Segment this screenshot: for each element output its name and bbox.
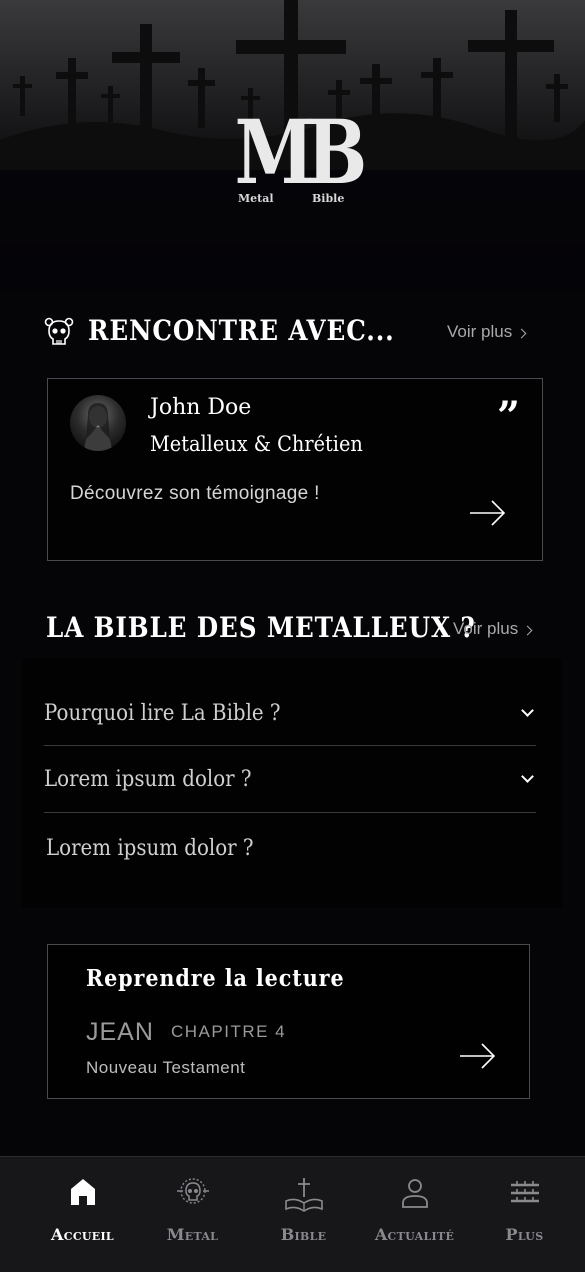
tab-label: Plus: [505, 1225, 544, 1244]
tab-label: Metal: [166, 1225, 219, 1244]
chevron-down-icon: [521, 769, 534, 783]
chevron-right-icon: [522, 625, 533, 635]
skull-icon: [176, 1178, 209, 1204]
faq-question: Lorem ipsum dolor ?: [44, 766, 252, 792]
user-icon: [401, 1179, 428, 1208]
see-more-label: Voir plus: [447, 322, 513, 341]
bible-section-title: La Bible des Metalleux ?: [46, 611, 476, 644]
grid-icon: [510, 1181, 539, 1205]
tab-label: Bible: [280, 1225, 327, 1244]
tab-bible[interactable]: Bible: [245, 1157, 362, 1272]
meet-card[interactable]: John Doe Metalleux & Chrétien ” Découvre…: [47, 378, 543, 561]
home-icon: [70, 1179, 95, 1205]
tab-accueil[interactable]: Accueil: [24, 1157, 141, 1272]
tab-actualite[interactable]: Actualité: [356, 1157, 473, 1272]
meet-see-more-link[interactable]: Voir plus: [447, 322, 527, 342]
bottom-tab-bar: Accueil Metal Bible Actualité Plus: [0, 1156, 585, 1272]
faq-item[interactable]: Pourquoi lire La Bible ?: [44, 682, 536, 746]
hero-banner: MB Metal Bible: [0, 0, 585, 290]
person-role: Metalleux & Chrétien: [150, 432, 363, 456]
logo-mark: MB: [234, 100, 368, 204]
portrait-image: [84, 403, 112, 451]
tab-plus[interactable]: Plus: [466, 1157, 583, 1272]
bible-see-more-link[interactable]: Voir plus: [453, 619, 533, 639]
testament-label: Nouveau Testament: [86, 1058, 246, 1077]
skull-icon: [44, 317, 74, 345]
meet-section-title: Rencontre avec...: [88, 314, 395, 347]
chevron-down-icon: [521, 704, 534, 717]
continue-reading-card[interactable]: Reprendre la lecture JEAN CHAPITRE 4 Nou…: [47, 944, 530, 1099]
book-name: JEAN: [86, 1018, 154, 1046]
arrow-right-icon[interactable]: [458, 1040, 498, 1072]
bible-icon: [284, 1178, 323, 1212]
chevron-right-icon: [516, 328, 527, 338]
meet-description: Découvrez son témoignage !: [70, 483, 320, 504]
tab-label: Actualité: [374, 1225, 455, 1244]
continue-reading-title: Reprendre la lecture: [86, 965, 345, 992]
faq-question: Lorem ipsum dolor ?: [46, 835, 254, 861]
faq-question: Pourquoi lire La Bible ?: [44, 701, 281, 726]
logo-subtitle-bible: Bible: [312, 192, 345, 205]
see-more-label: Voir plus: [453, 619, 519, 638]
chapter-label: CHAPITRE 4: [171, 1022, 287, 1041]
avatar: [70, 395, 126, 451]
faq-item[interactable]: Lorem ipsum dolor ?: [44, 746, 536, 813]
faq-item[interactable]: Lorem ipsum dolor ?: [44, 816, 536, 880]
arrow-right-icon[interactable]: [468, 497, 508, 529]
person-name: John Doe: [150, 395, 252, 420]
tab-metal[interactable]: Metal: [134, 1157, 251, 1272]
faq-list: Pourquoi lire La Bible ? Lorem ipsum dol…: [22, 658, 562, 908]
quote-icon: ”: [497, 393, 521, 440]
tab-label: Accueil: [51, 1225, 114, 1244]
logo-subtitle-metal: Metal: [238, 192, 274, 205]
